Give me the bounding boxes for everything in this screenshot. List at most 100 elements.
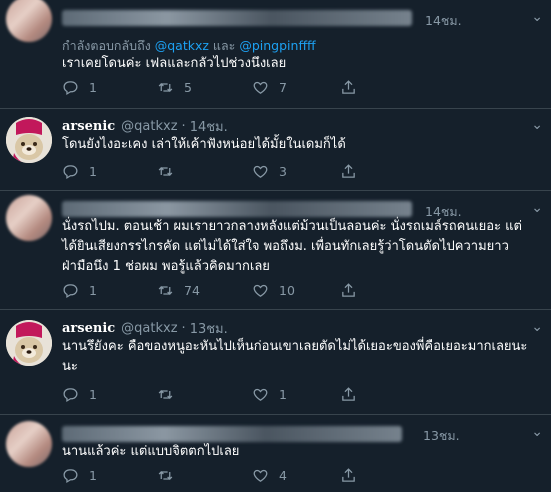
reply-button[interactable]: 1 — [62, 282, 99, 299]
tweet-text: นานแล้วค่ะ แต่แบบจิตตกไปเลย — [62, 444, 240, 459]
tweet-actions: 1 5 7 — [62, 79, 402, 101]
share-button[interactable] — [340, 467, 367, 484]
avatar[interactable] — [6, 0, 52, 42]
retweet-icon — [158, 83, 173, 92]
like-count: 7 — [279, 80, 287, 95]
username-handle[interactable]: @qatkxz — [121, 321, 177, 336]
separator-dot: · — [181, 320, 186, 336]
like-count: 1 — [279, 387, 287, 402]
reply-button[interactable]: 1 — [62, 163, 99, 180]
chevron-down-icon[interactable]: ⌄ — [531, 200, 543, 216]
tweet-actions: 1 3 — [62, 163, 402, 185]
tweet-header — [62, 199, 412, 219]
share-button[interactable] — [340, 282, 367, 299]
tweet-time[interactable]: 14ชม. — [425, 11, 462, 31]
retweet-icon — [158, 286, 173, 295]
retweet-icon — [158, 390, 173, 399]
avatar[interactable] — [6, 320, 52, 366]
reply-count: 1 — [89, 387, 97, 402]
avatar[interactable] — [6, 195, 52, 241]
retweet-icon — [158, 167, 173, 176]
heart-icon — [253, 388, 268, 401]
like-button[interactable]: 10 — [252, 282, 295, 299]
reply-button[interactable]: 1 — [62, 467, 99, 484]
tweet-text: โดนยังไงอะเคง เล่าให้เค้าฟังหน่อยได้มั้ย… — [62, 137, 346, 152]
mention-link[interactable]: @pingpinffff — [239, 38, 315, 53]
share-icon — [342, 468, 355, 482]
heart-icon — [253, 81, 268, 94]
like-count: 3 — [279, 164, 287, 179]
chevron-down-icon[interactable]: ⌄ — [531, 9, 543, 25]
share-button[interactable] — [340, 163, 367, 180]
tweet-text: นานรึยังคะ คือของหนูอะหันไปเห็นก่อนเขาเล… — [62, 337, 542, 377]
tweet-actions: 1 74 10 — [62, 282, 402, 304]
mention-link[interactable]: @qatkxz — [155, 38, 209, 53]
reply-count: 1 — [89, 468, 97, 483]
tweet-text-line: ฝ่ามือนึง 1 ช่อผม พอรู้แล้วคิดมากเลย — [62, 259, 270, 274]
chevron-down-icon[interactable]: ⌄ — [531, 117, 543, 133]
display-name[interactable]: arsenic — [62, 321, 115, 336]
reply-count: 1 — [89, 164, 97, 179]
reply-count: 1 — [89, 283, 97, 298]
dog-avatar-image — [6, 320, 52, 366]
reply-icon — [63, 284, 78, 299]
tweet-text: เราเคยโดนค่ะ เฟลและกลัวไปช่วงนึงเลย — [62, 56, 287, 71]
reply-button[interactable]: 1 — [62, 386, 99, 403]
avatar[interactable] — [6, 117, 52, 163]
heart-icon — [253, 284, 268, 297]
tweet-header: arsenic @qatkxz · 13ชม. — [62, 318, 228, 338]
tweet-2[interactable]: arsenic @qatkxz · 14ชม. ⌄ โดนยังไงอะเคง … — [0, 109, 551, 190]
reply-and: และ — [212, 38, 236, 53]
display-name[interactable]: arsenic — [62, 119, 115, 134]
like-button[interactable]: 1 — [252, 386, 289, 403]
heart-icon — [253, 469, 268, 482]
avatar[interactable] — [6, 421, 52, 467]
like-button[interactable]: 4 — [252, 467, 289, 484]
reply-icon — [63, 388, 78, 403]
username-handle[interactable]: @qatkxz — [121, 119, 177, 134]
chevron-down-icon[interactable]: ⌄ — [531, 319, 543, 335]
dog-avatar-image — [6, 117, 52, 163]
share-button[interactable] — [340, 386, 367, 403]
share-icon — [342, 80, 355, 94]
tweet-time[interactable]: 14ชม. — [190, 116, 228, 137]
tweet-text-line: นั่งรถไปม. ตอนเช้า ผมเรายาวกลางหลังแต่ม้… — [62, 219, 522, 234]
blurred-username — [62, 426, 402, 442]
share-icon — [342, 387, 355, 401]
heart-icon — [253, 165, 268, 178]
share-icon — [342, 164, 355, 178]
tweet-text: นั่งรถไปม. ตอนเช้า ผมเรายาวกลางหลังแต่ม้… — [62, 217, 542, 277]
retweet-button[interactable] — [157, 467, 194, 484]
reply-button[interactable]: 1 — [62, 79, 99, 96]
reply-icon — [63, 81, 78, 96]
like-button[interactable]: 3 — [252, 163, 289, 180]
tweet-actions: 1 1 — [62, 386, 402, 408]
tweet-header — [62, 8, 412, 28]
like-button[interactable]: 7 — [252, 79, 289, 96]
retweet-icon — [158, 471, 173, 480]
retweet-button[interactable] — [157, 163, 194, 180]
tweet-5[interactable]: 13ชม. ⌄ นานแล้วค่ะ แต่แบบจิตตกไปเลย 1 4 — [0, 415, 551, 492]
retweet-button[interactable]: 5 — [157, 79, 194, 96]
share-button[interactable] — [340, 79, 367, 96]
retweet-count: 5 — [184, 80, 192, 95]
reply-prefix: กำลังตอบกลับถึง — [62, 38, 151, 53]
reply-icon — [63, 469, 78, 484]
reply-context: กำลังตอบกลับถึง @qatkxz และ @pingpinffff — [62, 36, 316, 56]
chevron-down-icon[interactable]: ⌄ — [531, 424, 543, 440]
tweet-header — [62, 424, 402, 444]
tweet-text-line: นะ — [62, 359, 78, 374]
like-count: 10 — [279, 283, 295, 298]
retweet-button[interactable]: 74 — [157, 282, 200, 299]
tweet-3[interactable]: 14ชม. ⌄ นั่งรถไปม. ตอนเช้า ผมเรายาวกลางห… — [0, 191, 551, 309]
tweet-actions: 1 4 — [62, 467, 402, 489]
tweet-4[interactable]: arsenic @qatkxz · 13ชม. ⌄ นานรึยังคะ คือ… — [0, 310, 551, 414]
blurred-username — [62, 201, 412, 217]
tweet-header: arsenic @qatkxz · 14ชม. — [62, 116, 228, 136]
tweet-time[interactable]: 13ชม. — [190, 318, 228, 339]
retweet-button[interactable] — [157, 386, 194, 403]
tweet-1[interactable]: 14ชม. ⌄ กำลังตอบกลับถึง @qatkxz และ @pin… — [0, 0, 551, 108]
separator-dot: · — [181, 118, 186, 134]
tweet-text-line: นานรึยังคะ คือของหนูอะหันไปเห็นก่อนเขาเล… — [62, 339, 528, 354]
like-count: 4 — [279, 468, 287, 483]
